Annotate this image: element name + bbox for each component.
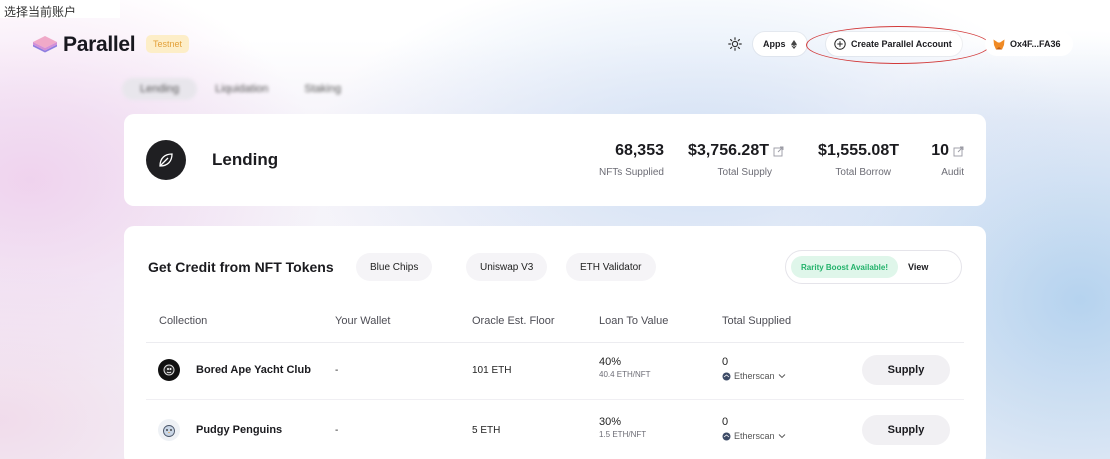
floor-value: 101 ETH bbox=[472, 365, 512, 376]
wallet-account-button[interactable]: Ox4F...FA36 bbox=[985, 32, 1073, 56]
stat-value: $3,756.28T bbox=[688, 142, 769, 159]
apps-label: Apps bbox=[763, 39, 786, 49]
external-link-icon[interactable] bbox=[953, 146, 964, 157]
rarity-boost-banner: Rarity Boost Available! View bbox=[785, 250, 962, 284]
ltv-cell: 30% 1.5 ETH/NFT bbox=[599, 416, 646, 439]
tab-liquidation[interactable]: Liquidation bbox=[197, 78, 286, 100]
etherscan-label: Etherscan bbox=[734, 371, 775, 381]
table-row[interactable]: Bored Ape Yacht Club - 101 ETH 40% 40.4 … bbox=[124, 344, 986, 396]
tab-lending[interactable]: Lending bbox=[122, 78, 198, 100]
table-row[interactable]: Pudgy Penguins - 5 ETH 30% 1.5 ETH/NFT 0… bbox=[124, 404, 986, 456]
stat-nfts-supplied: 68,353 NFTs Supplied bbox=[564, 142, 664, 178]
supplied-cell: 0 Etherscan bbox=[722, 356, 786, 381]
parallel-logo-icon bbox=[33, 36, 57, 53]
supplied-cell: 0 Etherscan bbox=[722, 416, 786, 441]
nft-credit-card: Get Credit from NFT Tokens Blue Chips Un… bbox=[124, 226, 986, 459]
table-divider bbox=[146, 342, 964, 343]
filter-chip-uniswap-v3[interactable]: Uniswap V3 bbox=[466, 253, 548, 281]
filter-chip-blue-chips[interactable]: Blue Chips bbox=[356, 253, 433, 281]
rarity-boost-badge: Rarity Boost Available! bbox=[791, 256, 898, 278]
supply-button[interactable]: Supply bbox=[862, 355, 950, 385]
create-parallel-account-button[interactable]: Create Parallel Account bbox=[826, 32, 962, 56]
stat-total-supply: $3,756.28T Total Supply bbox=[669, 142, 784, 178]
column-header-oracle-floor: Oracle Est. Floor bbox=[472, 315, 555, 327]
metamask-fox-icon bbox=[993, 39, 1005, 49]
sun-icon[interactable] bbox=[725, 34, 745, 54]
apps-button[interactable]: Apps bbox=[753, 32, 807, 56]
ltv-per-nft: 1.5 ETH/NFT bbox=[599, 430, 647, 439]
column-header-loan-to-value: Loan To Value bbox=[599, 315, 669, 327]
wallet-value: - bbox=[335, 365, 339, 376]
credit-title: Get Credit from NFT Tokens bbox=[148, 259, 334, 275]
logo-text: Parallel bbox=[63, 33, 136, 56]
stat-label: NFTs Supplied bbox=[598, 167, 664, 178]
tab-staking[interactable]: Staking bbox=[286, 78, 359, 100]
filter-chip-eth-validator[interactable]: ETH Validator bbox=[566, 253, 656, 281]
column-header-collection: Collection bbox=[159, 315, 208, 327]
etherscan-dropdown[interactable]: Etherscan bbox=[722, 371, 786, 381]
parallel-logo[interactable]: Parallel bbox=[32, 33, 136, 57]
stat-label: Audit bbox=[941, 167, 964, 178]
ltv-value: 30% bbox=[599, 416, 622, 428]
collection-name: Bored Ape Yacht Club bbox=[196, 364, 311, 376]
network-badge: Testnet bbox=[146, 35, 190, 53]
stat-value: 10 bbox=[931, 142, 949, 159]
create-account-label: Create Parallel Account bbox=[851, 39, 952, 49]
bayc-avatar-icon bbox=[158, 359, 180, 381]
etherscan-icon bbox=[722, 372, 731, 380]
chevron-down-icon bbox=[778, 434, 785, 439]
supply-button[interactable]: Supply bbox=[862, 415, 950, 445]
etherscan-icon bbox=[722, 432, 731, 440]
lending-title: Lending bbox=[212, 150, 279, 169]
pudgy-penguin-icon bbox=[158, 419, 180, 441]
ltv-cell: 40% 40.4 ETH/NFT bbox=[599, 356, 651, 379]
leaf-icon bbox=[146, 140, 186, 180]
column-header-total-supplied: Total Supplied bbox=[722, 315, 792, 327]
ltv-value: 40% bbox=[599, 356, 622, 368]
section-tabs: Lending Liquidation Staking bbox=[122, 78, 359, 100]
plus-circle-icon bbox=[834, 38, 846, 50]
ethereum-icon bbox=[790, 39, 797, 49]
column-header-your-wallet: Your Wallet bbox=[335, 315, 391, 327]
external-link-icon[interactable] bbox=[773, 146, 784, 157]
etherscan-label: Etherscan bbox=[734, 431, 775, 441]
stat-total-borrow: $1,555.08T Total Borrow bbox=[794, 142, 899, 178]
stat-audit: 10 Audit bbox=[904, 142, 964, 178]
ltv-per-nft: 40.4 ETH/NFT bbox=[599, 370, 651, 379]
stat-value: 68,353 bbox=[615, 142, 664, 159]
stat-value: $1,555.08T bbox=[818, 142, 899, 159]
top-caption: 选择当前账户 bbox=[0, 0, 120, 19]
lending-summary-card: Lending 68,353 NFTs Supplied $3,756.28T … bbox=[124, 114, 986, 206]
collection-name: Pudgy Penguins bbox=[196, 424, 283, 436]
account-address: Ox4F...FA36 bbox=[1010, 39, 1061, 49]
chevron-down-icon bbox=[778, 374, 785, 379]
row-divider bbox=[146, 399, 964, 400]
floor-value: 5 ETH bbox=[472, 425, 501, 436]
stat-label: Total Borrow bbox=[835, 167, 891, 178]
view-link[interactable]: View bbox=[908, 262, 928, 272]
supplied-value: 0 bbox=[722, 356, 729, 368]
supplied-value: 0 bbox=[722, 416, 729, 428]
stat-label: Total Supply bbox=[717, 167, 772, 178]
wallet-value: - bbox=[335, 425, 339, 436]
etherscan-dropdown[interactable]: Etherscan bbox=[722, 431, 786, 441]
